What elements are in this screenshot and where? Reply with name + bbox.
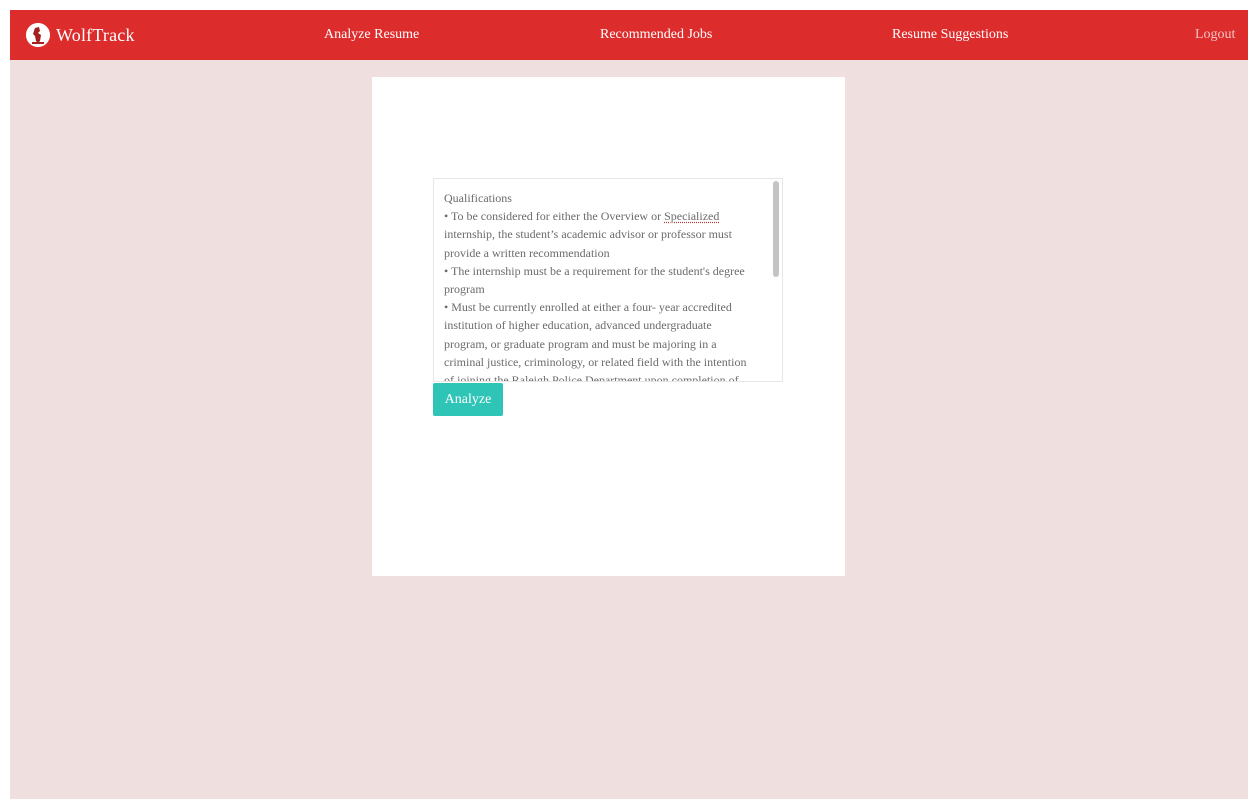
nav-logout[interactable]: Logout <box>1195 27 1235 43</box>
resume-textarea[interactable]: Qualifications • To be considered for eit… <box>444 189 762 381</box>
textarea-scrollbar-thumb[interactable] <box>773 181 779 277</box>
nav-analyze-resume[interactable]: Analyze Resume <box>324 27 419 43</box>
textarea-line: • Must be currently enrolled at either a… <box>444 300 732 315</box>
nav-resume-suggestions[interactable]: Resume Suggestions <box>892 27 1008 43</box>
resume-textarea-wrapper[interactable]: Qualifications • To be considered for eit… <box>433 178 783 382</box>
brand-name: WolfTrack <box>56 24 135 45</box>
app-frame: WolfTrack Analyze Resume Recommended Job… <box>10 10 1248 799</box>
textarea-line: • To be considered for either the Overvi… <box>444 209 720 224</box>
textarea-line: program, or graduate program and must be… <box>444 336 717 351</box>
brand[interactable]: WolfTrack <box>26 21 135 49</box>
navbar: WolfTrack Analyze Resume Recommended Job… <box>10 10 1248 60</box>
analyzer-card: Qualifications • To be considered for eit… <box>372 77 845 576</box>
textarea-line: internship, the student’s academic advis… <box>444 227 732 242</box>
textarea-line: institution of higher education, advance… <box>444 318 712 333</box>
wolf-logo-icon <box>26 23 50 47</box>
textarea-line: program <box>444 282 485 297</box>
textarea-line: Qualifications <box>444 191 512 205</box>
nav-recommended-jobs[interactable]: Recommended Jobs <box>600 27 712 43</box>
textarea-line: criminal justice, criminology, or relate… <box>444 354 747 369</box>
textarea-scrollbar[interactable] <box>772 181 780 379</box>
textarea-line: of joining the Raleigh Police Department… <box>444 373 739 381</box>
analyze-button[interactable]: Analyze <box>433 383 503 416</box>
textarea-line: • The internship must be a requirement f… <box>444 263 745 278</box>
textarea-line: provide a written recommendation <box>444 245 610 260</box>
